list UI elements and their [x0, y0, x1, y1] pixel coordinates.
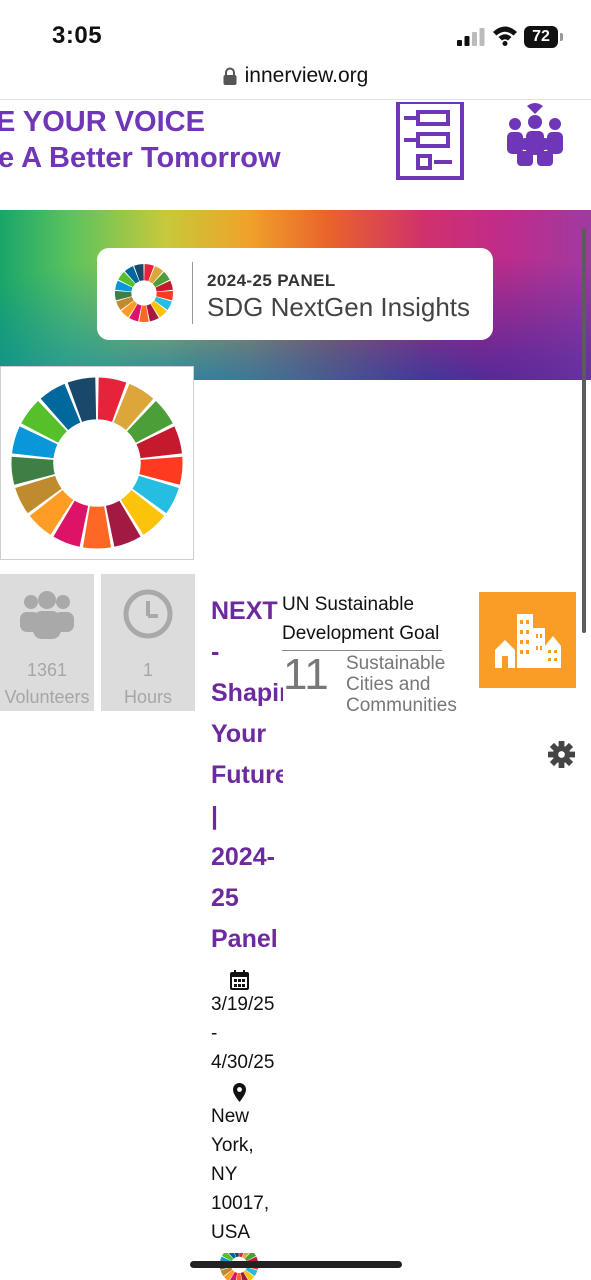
url-text[interactable]: innerview.org [245, 64, 369, 88]
community-people-icon [507, 103, 563, 166]
event-location-line: York, [211, 1135, 254, 1156]
banner-headline: E YOUR VOICE [0, 106, 205, 138]
event-logo [0, 366, 194, 560]
volunteers-count: 1361 [26, 660, 68, 680]
event-location-line: NY [211, 1164, 238, 1185]
un-goal-number: 11 [283, 650, 329, 699]
sdg-wheel-logo-large [11, 377, 183, 549]
event-location-line: New [211, 1106, 250, 1127]
panel-title: SDG NextGen Insights [207, 292, 470, 322]
survey-checklist-icon [396, 102, 464, 180]
un-goal-heading: UN Sustainable [282, 594, 415, 615]
hours-label: Hours [123, 687, 172, 707]
event-date-line: - [211, 1023, 218, 1044]
hours-count: 1 [142, 660, 153, 680]
event-location-line: 10017, [211, 1193, 270, 1214]
city-buildings-icon [495, 614, 561, 668]
clock-icon [123, 589, 173, 639]
battery-level: 72 [524, 26, 558, 48]
status-bar: 3:05 72 [0, 0, 591, 60]
map-pin-icon [233, 1083, 246, 1102]
address-bar[interactable]: innerview.org [0, 60, 591, 100]
panel-card: 2024-25 PANEL SDG NextGen Insights [97, 248, 493, 340]
event-date-line: 4/30/25 [211, 1052, 275, 1073]
status-time: 3:05 [52, 22, 103, 49]
event-details: NEXT - Shapin Your Future | 2024- 25 Pan… [211, 591, 283, 1247]
event-title-line[interactable]: Panel [211, 919, 283, 960]
people-group-icon [20, 591, 74, 639]
banner-subline: e A Better Tomorrow [0, 142, 281, 174]
event-title-line[interactable]: - [211, 632, 283, 673]
volunteers-stat: 1361 Volunteers [0, 574, 94, 711]
page-scrollbar[interactable] [582, 228, 586, 633]
cellular-signal-icon [457, 28, 485, 46]
event-title-line[interactable]: 25 [211, 878, 283, 919]
event-title-line[interactable]: Future [211, 755, 283, 796]
event-title-line[interactable]: Shapin [211, 673, 283, 714]
event-title-line[interactable]: 2024- [211, 837, 283, 878]
wheel-segment [82, 506, 112, 549]
battery-tip [560, 33, 563, 41]
hours-stat: 1 Hours [101, 574, 195, 711]
card-divider [192, 262, 193, 324]
calendar-icon [230, 970, 249, 990]
home-indicator[interactable] [190, 1261, 402, 1268]
lock-icon [223, 67, 237, 85]
battery-indicator: 72 [524, 26, 564, 48]
gear-icon[interactable] [548, 741, 575, 768]
event-title[interactable]: NEXT - Shapin Your Future | 2024- 25 Pan… [211, 591, 283, 960]
top-banner: E YOUR VOICE e A Better Tomorrow [0, 100, 591, 210]
wifi-icon [493, 26, 517, 46]
un-goal-heading-2: Development Goal [282, 623, 440, 644]
event-location-line: USA [211, 1222, 251, 1243]
event-title-line[interactable]: | [211, 796, 283, 837]
un-goal-name: Sustainable Cities and Communities [346, 653, 457, 716]
event-title-line[interactable]: Your [211, 714, 283, 755]
panel-hero-banner: 2024-25 PANEL SDG NextGen Insights [0, 210, 591, 380]
panel-label: 2024-25 PANEL [207, 271, 336, 290]
sdg-wheel-logo [114, 263, 174, 323]
event-title-line[interactable]: NEXT [211, 591, 283, 632]
sdg-goal-tile[interactable] [479, 592, 576, 688]
volunteers-label: Volunteers [4, 687, 90, 707]
event-date-line: 3/19/25 [211, 994, 275, 1015]
